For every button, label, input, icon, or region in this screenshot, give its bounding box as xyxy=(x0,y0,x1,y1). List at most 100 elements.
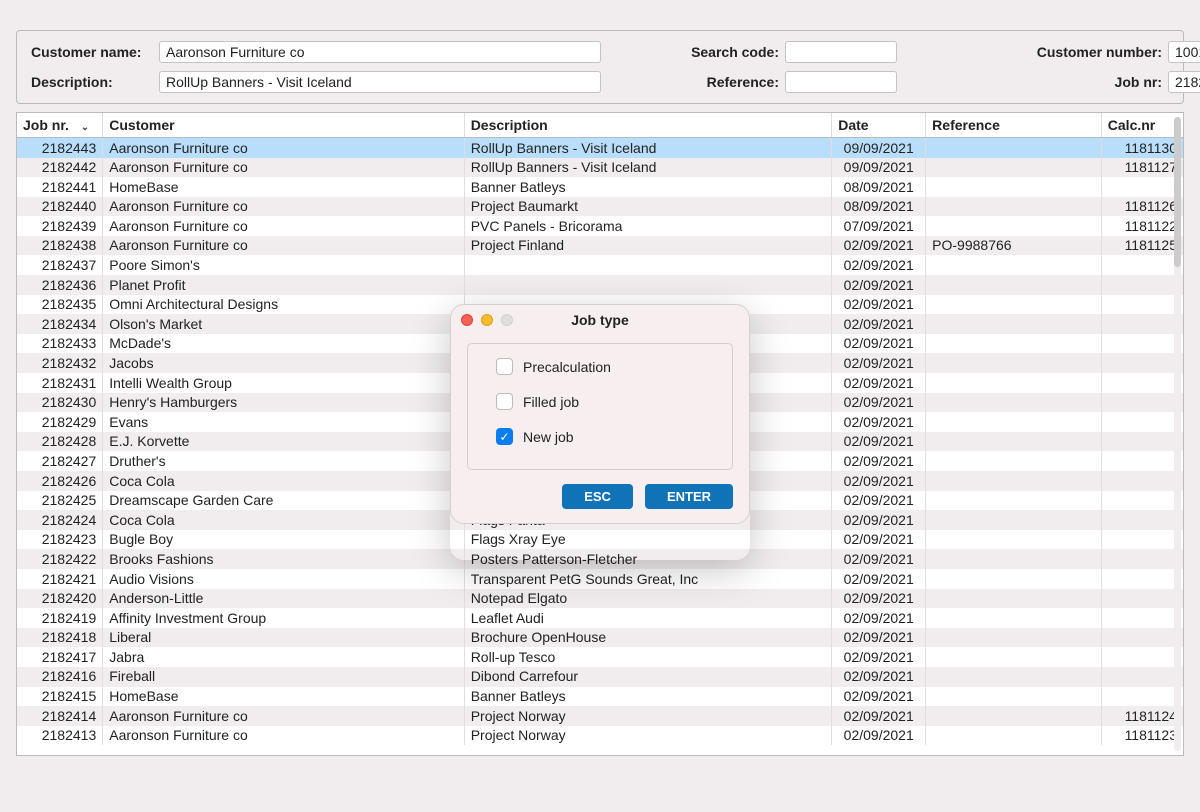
table-row[interactable]: 2182417JabraRoll-up Tesco02/09/2021 xyxy=(17,647,1183,667)
esc-button[interactable]: ESC xyxy=(562,484,633,509)
cell-customer: Coca Cola xyxy=(103,510,464,530)
cell-calc-nr xyxy=(1101,373,1183,393)
col-description[interactable]: Description xyxy=(464,113,832,138)
table-row[interactable]: 2182420Anderson-LittleNotepad Elgato02/0… xyxy=(17,589,1183,609)
cell-calc-nr xyxy=(1101,687,1183,707)
cell-calc-nr xyxy=(1101,491,1183,511)
table-row[interactable]: 2182418LiberalBrochure OpenHouse02/09/20… xyxy=(17,628,1183,648)
cell-job-nr: 2182433 xyxy=(17,334,103,354)
table-row[interactable]: 2182438Aaronson Furniture coProject Finl… xyxy=(17,236,1183,256)
cell-description: RollUp Banners - Visit Iceland xyxy=(464,158,832,178)
table-row[interactable]: 2182416FireballDibond Carrefour02/09/202… xyxy=(17,667,1183,687)
checkbox-icon[interactable] xyxy=(496,358,513,375)
table-row[interactable]: 2182437Poore Simon's02/09/2021 xyxy=(17,255,1183,275)
cell-job-nr: 2182442 xyxy=(17,158,103,178)
job-type-option[interactable]: ✓New job xyxy=(496,428,712,445)
cell-job-nr: 2182443 xyxy=(17,138,103,158)
cell-calc-nr: 1181126 xyxy=(1101,197,1183,217)
cell-customer: Aaronson Furniture co xyxy=(103,158,464,178)
cell-calc-nr xyxy=(1101,510,1183,530)
window-close-icon[interactable] xyxy=(461,314,473,326)
cell-reference xyxy=(926,510,1102,530)
cell-customer: Dreamscape Garden Care xyxy=(103,491,464,511)
col-reference[interactable]: Reference xyxy=(926,113,1102,138)
window-zoom-icon xyxy=(501,314,513,326)
enter-button[interactable]: ENTER xyxy=(645,484,733,509)
reference-input[interactable] xyxy=(785,71,897,93)
table-row[interactable]: 2182419Affinity Investment GroupLeaflet … xyxy=(17,608,1183,628)
cell-description: Project Finland xyxy=(464,236,832,256)
table-row[interactable]: 2182442Aaronson Furniture coRollUp Banne… xyxy=(17,158,1183,178)
cell-description: Transparent PetG Sounds Great, Inc xyxy=(464,569,832,589)
cell-reference xyxy=(926,158,1102,178)
cell-date: 02/09/2021 xyxy=(832,255,926,275)
checkbox-icon[interactable]: ✓ xyxy=(496,428,513,445)
cell-calc-nr xyxy=(1101,608,1183,628)
col-customer[interactable]: Customer xyxy=(103,113,464,138)
description-input[interactable] xyxy=(159,71,601,93)
cell-date: 02/09/2021 xyxy=(832,667,926,687)
cell-job-nr: 2182426 xyxy=(17,471,103,491)
customer-number-input[interactable] xyxy=(1168,41,1200,63)
cell-job-nr: 2182427 xyxy=(17,451,103,471)
cell-description: Roll-up Tesco xyxy=(464,647,832,667)
col-job-nr-label: Job nr. xyxy=(23,117,69,133)
cell-customer: Aaronson Furniture co xyxy=(103,138,464,158)
table-row[interactable]: 2182439Aaronson Furniture coPVC Panels -… xyxy=(17,216,1183,236)
cell-reference xyxy=(926,608,1102,628)
cell-date: 02/09/2021 xyxy=(832,549,926,569)
cell-customer: Coca Cola xyxy=(103,471,464,491)
col-date[interactable]: Date xyxy=(832,113,926,138)
cell-calc-nr: 1181122 xyxy=(1101,216,1183,236)
cell-date: 02/09/2021 xyxy=(832,295,926,315)
cell-reference xyxy=(926,530,1102,550)
customer-name-input[interactable] xyxy=(159,41,601,63)
cell-date: 02/09/2021 xyxy=(832,589,926,609)
vertical-scrollbar[interactable] xyxy=(1174,117,1181,751)
job-type-option[interactable]: Precalculation xyxy=(496,358,712,375)
table-row[interactable]: 2182421Audio VisionsTransparent PetG Sou… xyxy=(17,569,1183,589)
cell-job-nr: 2182415 xyxy=(17,687,103,707)
cell-reference xyxy=(926,138,1102,158)
filter-panel: Customer name: Search code: Customer num… xyxy=(16,30,1184,104)
cell-date: 02/09/2021 xyxy=(832,608,926,628)
table-row[interactable]: 2182414Aaronson Furniture coProject Norw… xyxy=(17,706,1183,726)
table-row[interactable]: 2182436Planet Profit02/09/2021 xyxy=(17,275,1183,295)
cell-customer: Aaronson Furniture co xyxy=(103,197,464,217)
window-minimize-icon[interactable] xyxy=(481,314,493,326)
table-row[interactable]: 2182413Aaronson Furniture coProject Norw… xyxy=(17,726,1183,746)
cell-job-nr: 2182440 xyxy=(17,197,103,217)
search-code-input[interactable] xyxy=(785,41,897,63)
cell-calc-nr xyxy=(1101,628,1183,648)
col-job-nr[interactable]: Job nr. ⌄ xyxy=(17,113,103,138)
cell-job-nr: 2182438 xyxy=(17,236,103,256)
cell-description: Leaflet Audi xyxy=(464,608,832,628)
cell-reference xyxy=(926,432,1102,452)
cell-date: 02/09/2021 xyxy=(832,687,926,707)
cell-job-nr: 2182434 xyxy=(17,314,103,334)
checkbox-icon[interactable] xyxy=(496,393,513,410)
dialog-titlebar[interactable]: Job type xyxy=(451,305,749,335)
cell-description xyxy=(464,275,832,295)
table-row[interactable]: 2182441HomeBaseBanner Batleys08/09/2021 xyxy=(17,177,1183,197)
job-nr-input[interactable] xyxy=(1168,71,1200,93)
cell-calc-nr xyxy=(1101,549,1183,569)
table-row[interactable]: 2182443Aaronson Furniture coRollUp Banne… xyxy=(17,138,1183,158)
table-row[interactable]: 2182423Bugle BoyFlags Xray Eye02/09/2021 xyxy=(17,530,1183,550)
cell-description: Project Baumarkt xyxy=(464,197,832,217)
scrollbar-thumb[interactable] xyxy=(1174,117,1181,267)
job-type-option[interactable]: Filled job xyxy=(496,393,712,410)
cell-customer: Jacobs xyxy=(103,353,464,373)
cell-job-nr: 2182441 xyxy=(17,177,103,197)
table-row[interactable]: 2182422Brooks FashionsPosters Patterson-… xyxy=(17,549,1183,569)
col-calc-nr[interactable]: Calc.nr xyxy=(1101,113,1183,138)
cell-reference xyxy=(926,353,1102,373)
cell-reference xyxy=(926,275,1102,295)
table-row[interactable]: 2182415HomeBaseBanner Batleys02/09/2021 xyxy=(17,687,1183,707)
table-row[interactable]: 2182440Aaronson Furniture coProject Baum… xyxy=(17,197,1183,217)
cell-description: Posters Patterson-Fletcher xyxy=(464,549,832,569)
cell-reference xyxy=(926,471,1102,491)
cell-customer: Omni Architectural Designs xyxy=(103,295,464,315)
cell-calc-nr xyxy=(1101,647,1183,667)
cell-job-nr: 2182429 xyxy=(17,412,103,432)
